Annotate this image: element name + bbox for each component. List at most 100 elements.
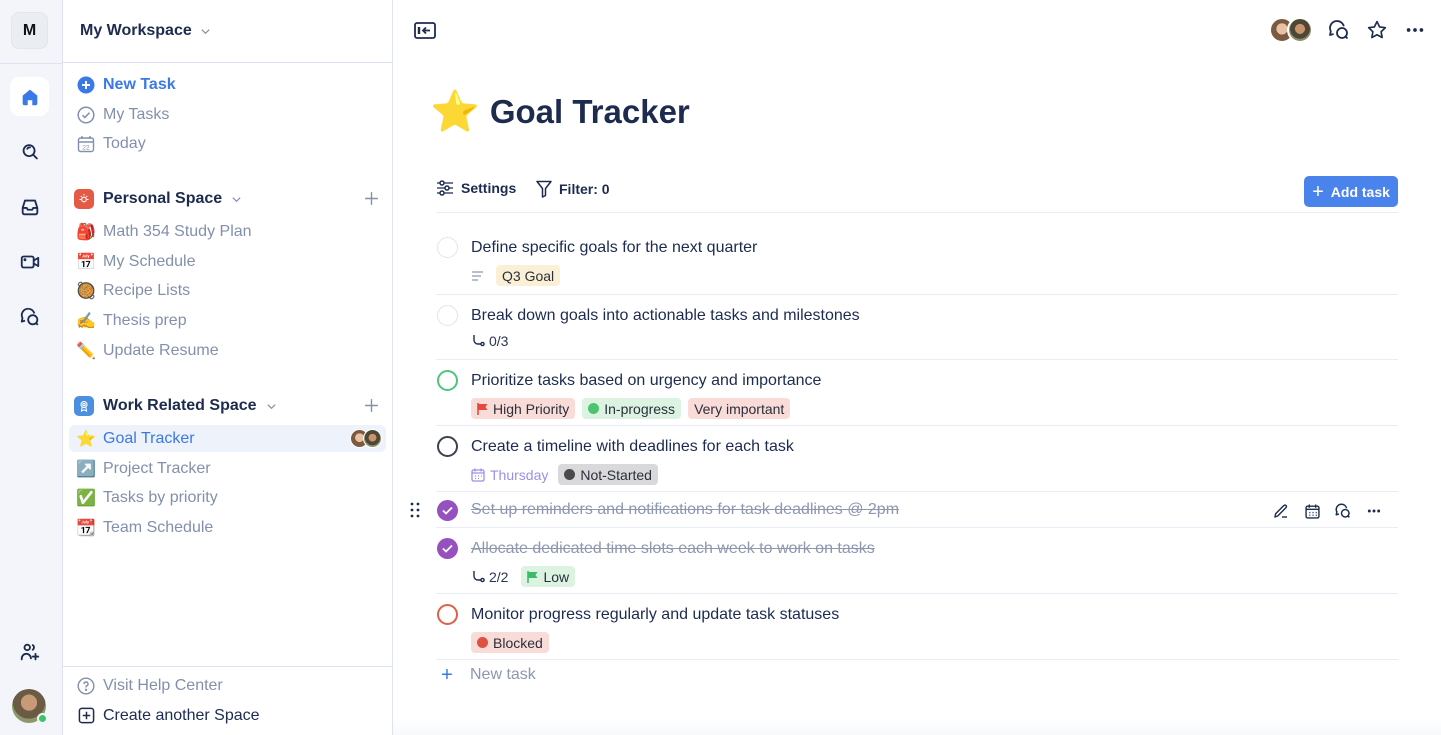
sidebar-item-label: Thesis prep [103,311,187,329]
set-date-button[interactable] [1302,501,1322,521]
task-title[interactable]: Monitor progress regularly and update ta… [471,606,839,624]
sidebar-item-label: Today [103,134,146,152]
edit-button[interactable] [1271,501,1291,521]
task-checkbox[interactable] [437,305,458,326]
sidebar-my-tasks[interactable]: My Tasks [69,101,386,128]
task-title[interactable]: Set up reminders and notifications for t… [471,501,899,519]
comment-button[interactable] [1333,501,1353,521]
sidebar-new-task[interactable]: New Task [69,71,386,98]
collaborator-avatar[interactable] [1287,17,1313,43]
task-row[interactable]: Break down goals into actionable tasks a… [436,295,1398,360]
sidebar-item-recipe-lists[interactable]: 🥘 Recipe Lists [69,277,386,304]
task-row[interactable]: Define specific goals for the next quart… [436,227,1398,295]
comments-button[interactable] [1327,18,1351,42]
task-row[interactable]: Create a timeline with deadlines for eac… [436,426,1398,492]
subtask-icon [473,570,485,582]
task-checkbox[interactable] [437,237,458,258]
chevron-down-icon[interactable] [266,401,277,412]
backpack-emoji-icon: 🎒 [76,223,96,241]
task-title[interactable]: Break down goals into actionable tasks a… [471,307,860,325]
lightbulb-icon [74,189,94,209]
chip-label: Blocked [493,634,543,651]
tag-chip[interactable]: Very important [688,398,791,419]
profile-avatar[interactable] [12,689,48,724]
due-date[interactable]: Thursday [471,467,548,483]
space-personal-header[interactable]: Personal Space [69,185,386,213]
sidebar-today[interactable]: 22 Today [69,130,386,157]
sidebar: My Workspace New Task My Tasks 22 Today … [63,0,393,735]
subtask-count-text: 2/2 [489,568,509,585]
inbox-icon [21,199,38,215]
page-title-text[interactable]: Goal Tracker [490,93,690,131]
task-row[interactable]: Allocate dedicated time slots each week … [436,528,1398,594]
add-task-label: Add task [1330,183,1390,200]
workspace-badge[interactable]: M [11,12,48,49]
sidebar-item-my-schedule[interactable]: 📅 My Schedule [69,248,386,275]
filter-button[interactable]: Filter: 0 [536,180,610,198]
subtask-count[interactable]: 2/2 [471,569,508,585]
sidebar-item-update-resume[interactable]: ✏️ Update Resume [69,337,386,364]
more-options-button[interactable] [1364,501,1384,521]
checkmark-icon [442,544,453,553]
add-page-icon[interactable] [363,397,380,414]
task-meta: High Priority In-progress Very important [471,398,791,419]
collapse-sidebar-icon[interactable] [414,21,436,41]
task-title[interactable]: Allocate dedicated time slots each week … [471,540,875,558]
food-pan-emoji-icon: 🥘 [76,282,96,300]
sidebar-item-label: Create another Space [103,706,260,724]
chat-bubbles-icon [20,307,38,325]
drag-handle-icon[interactable] [410,502,420,518]
filter-icon [536,180,552,198]
sidebar-item-math-354-study-plan[interactable]: 🎒 Math 354 Study Plan [69,218,386,245]
rail-chat-button[interactable] [10,297,49,336]
add-page-icon[interactable] [363,190,380,207]
task-title[interactable]: Prioritize tasks based on urgency and im… [471,372,821,390]
status-chip[interactable]: In-progress [582,398,682,419]
settings-button[interactable]: Settings [436,180,516,196]
task-checkbox-checked[interactable] [437,538,458,559]
task-title[interactable]: Create a timeline with deadlines for eac… [471,438,794,456]
pencil-icon [1274,504,1288,518]
sidebar-item-project-tracker[interactable]: ↗️ Project Tracker [69,455,386,482]
task-row[interactable]: Set up reminders and notifications for t… [410,492,1398,528]
visit-help-center-link[interactable]: Visit Help Center [69,672,386,699]
more-horizontal-icon [1367,509,1381,513]
task-checkbox[interactable] [437,370,458,391]
priority-chip[interactable]: High Priority [471,398,576,419]
space-work-header[interactable]: Work Related Space [69,392,386,420]
chip-label: Low [543,568,570,585]
add-task-button[interactable]: + Add task [1304,176,1398,207]
rail-inbox-button[interactable] [10,187,49,226]
task-checkbox[interactable] [437,436,458,457]
star-emoji-icon[interactable]: ⭐ [430,92,480,132]
flag-icon [477,402,488,415]
workspace-switcher[interactable]: My Workspace [63,0,392,63]
create-another-space-button[interactable]: Create another Space [69,702,386,729]
status-chip[interactable]: Blocked [471,632,549,653]
rail-search-button[interactable] [10,132,49,171]
chevron-down-icon[interactable] [231,194,242,205]
due-date-text: Thursday [490,466,549,483]
sidebar-item-tasks-by-priority[interactable]: ✅ Tasks by priority [69,484,386,511]
rail-invite-button[interactable] [10,632,49,671]
favorite-button[interactable] [1365,18,1389,42]
task-title[interactable]: Define specific goals for the next quart… [471,239,757,257]
task-row[interactable]: Monitor progress regularly and update ta… [436,594,1398,660]
rail-home-button[interactable] [10,77,49,116]
sidebar-item-goal-tracker[interactable]: ⭐ Goal Tracker [69,425,386,452]
rail-video-button[interactable] [10,242,49,281]
add-user-icon [20,643,39,660]
new-task-input[interactable]: + New task [436,665,536,685]
status-chip[interactable]: Not-Started [558,464,658,485]
task-checkbox-checked[interactable] [437,500,458,521]
star-icon [1367,20,1387,39]
sidebar-item-team-schedule[interactable]: 📆 Team Schedule [69,514,386,541]
sidebar-item-label: Project Tracker [103,459,211,477]
sidebar-item-thesis-prep[interactable]: ✍️ Thesis prep [69,307,386,334]
priority-chip[interactable]: Low [521,566,576,587]
task-row[interactable]: Prioritize tasks based on urgency and im… [436,360,1398,426]
more-options-button[interactable] [1403,18,1427,42]
tag-chip[interactable]: Q3 Goal [496,265,561,286]
task-checkbox[interactable] [437,604,458,625]
subtask-count[interactable]: 0/3 [471,333,508,349]
